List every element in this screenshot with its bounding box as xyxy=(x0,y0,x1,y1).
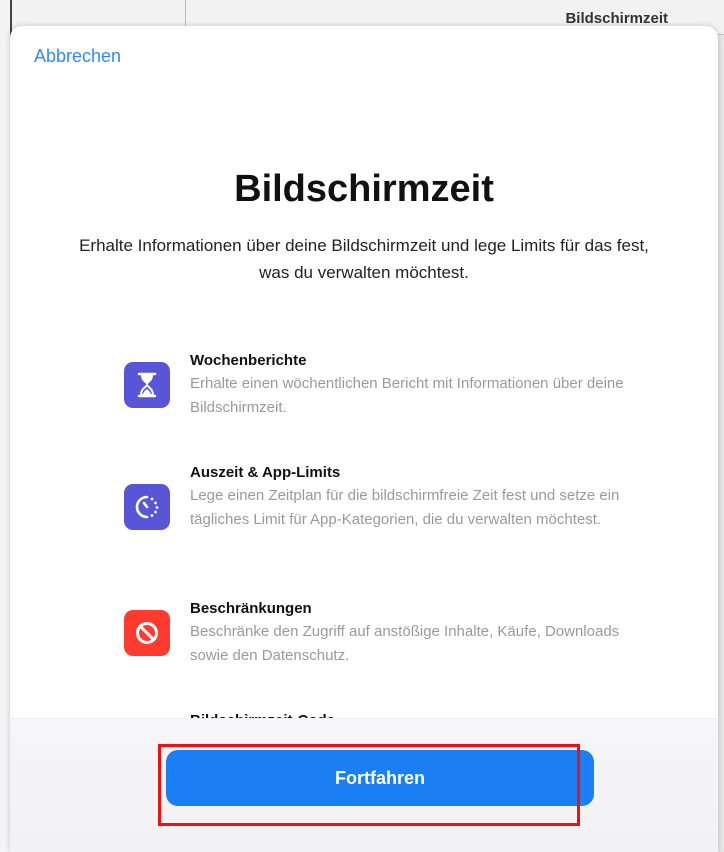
hourglass-icon xyxy=(124,362,170,408)
feature-description: Beschränke den Zugriff auf anstößige Inh… xyxy=(190,623,620,664)
page-title: Bildschirmzeit xyxy=(234,168,494,210)
feature-description: Lege einen Zeitplan für die bildschirmfr… xyxy=(190,487,620,528)
feature-title: Auszeit & App-Limits xyxy=(190,464,341,481)
cancel-button[interactable]: Abbrechen xyxy=(34,46,121,67)
feature-description: Erhalte einen wöchentlichen Bericht mit … xyxy=(190,375,624,416)
feature-title-partial: Bildschirmzeit-Code xyxy=(190,710,335,718)
background-window-title: Bildschirmzeit xyxy=(565,10,668,27)
divider xyxy=(185,0,186,26)
timer-icon xyxy=(124,484,170,530)
feature-title: Wochenberichte xyxy=(190,352,307,369)
continue-button[interactable]: Fortfahren xyxy=(166,750,594,806)
screen-time-setup-sheet: Abbrechen Bildschirmzeit Erhalte Informa… xyxy=(10,26,718,852)
page-subtitle: Erhalte Informationen über deine Bildsch… xyxy=(79,236,649,282)
feature-title: Beschränkungen xyxy=(190,600,312,617)
restriction-icon xyxy=(124,610,170,656)
